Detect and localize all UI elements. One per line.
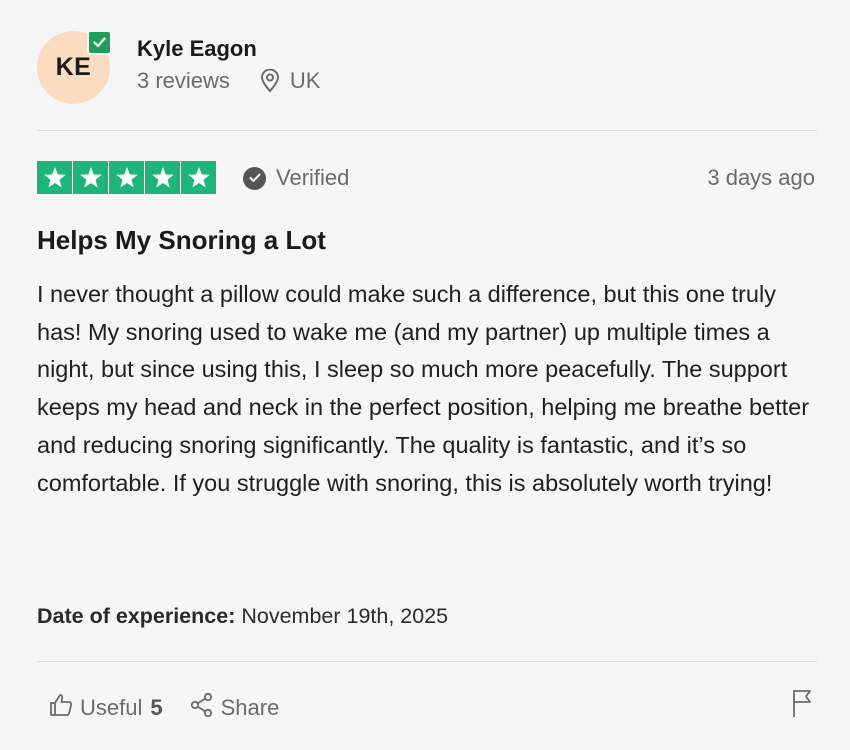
flag-icon[interactable] (790, 688, 816, 723)
author-location: UK (289, 68, 321, 93)
star-icon (145, 161, 180, 194)
verified-icon (243, 166, 266, 190)
review-actions: Useful 5 Share (48, 692, 279, 724)
verified-label: Verified (276, 165, 350, 190)
star-icon (181, 161, 216, 194)
review-title: Helps My Snoring a Lot (37, 225, 326, 255)
thumbs-up-icon (48, 692, 74, 724)
author-name[interactable]: Kyle Eagon (137, 36, 257, 62)
verified-badge[interactable]: Verified (243, 165, 349, 191)
star-icon (109, 161, 144, 194)
share-button[interactable]: Share (189, 692, 280, 724)
review-body: I never thought a pillow could make such… (37, 281, 810, 496)
useful-button[interactable]: Useful 5 (48, 692, 163, 724)
useful-label: Useful (80, 695, 143, 720)
star-icon (73, 161, 108, 194)
review-date: 3 days ago (707, 165, 815, 190)
review-card: KE Kyle Eagon 3 reviews UK Verified 3 da… (0, 0, 850, 750)
share-icon (189, 692, 215, 724)
author-meta: 3 reviews UK (137, 68, 320, 94)
review-count: 3 reviews (137, 68, 230, 93)
share-label: Share (220, 695, 280, 720)
useful-count: 5 (150, 695, 163, 720)
star-rating (37, 161, 216, 194)
experience-label: Date of experience: (37, 604, 236, 628)
star-icon (37, 161, 72, 194)
divider-bottom (37, 661, 817, 662)
location-pin-icon (260, 69, 280, 93)
divider-top (37, 130, 817, 131)
verified-check-icon (87, 30, 112, 55)
avatar-initials: KE (55, 53, 92, 81)
date-of-experience: Date of experience: November 19th, 2025 (37, 604, 448, 629)
experience-date: November 19th, 2025 (241, 604, 449, 628)
